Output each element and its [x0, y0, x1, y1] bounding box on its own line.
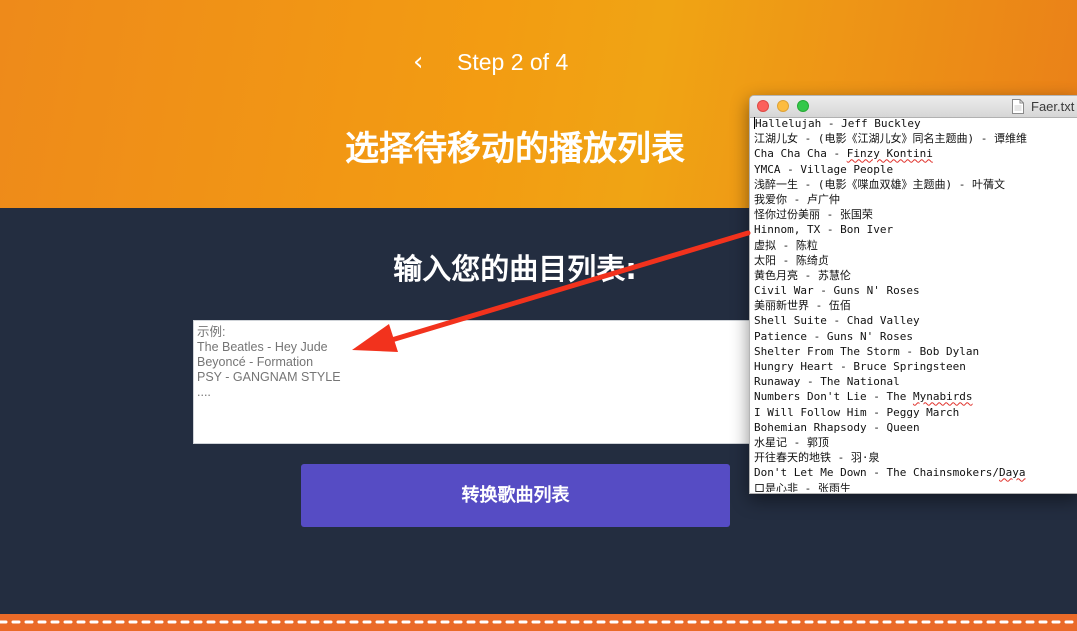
track-list-textarea[interactable]	[194, 321, 752, 443]
text-line: I Will Follow Him - Peggy March	[754, 405, 960, 419]
text-line: Runaway - The National	[754, 375, 900, 389]
document-icon	[1012, 99, 1024, 114]
text-line: Patience - Guns N' Roses	[754, 329, 913, 343]
text-line: Hallelujah - Jeff Buckley	[754, 117, 921, 130]
text-line: 口是心非 - 张雨生	[754, 481, 851, 493]
chevron-left-icon[interactable]: ‹	[413, 47, 433, 77]
minimize-window-button[interactable]	[777, 100, 789, 112]
text-line: 江湖儿女 - (电影《江湖儿女》同名主题曲) - 谭维维	[754, 132, 1027, 146]
text-line: 怪你过份美丽 - 张国荣	[754, 208, 873, 222]
window-titlebar[interactable]: Faer.txt	[750, 96, 1077, 118]
text-line: 虚拟 - 陈粒	[754, 238, 818, 252]
close-window-button[interactable]	[757, 100, 769, 112]
text-line: 太阳 - 陈绮贞	[754, 253, 829, 267]
convert-tracklist-button[interactable]: 转换歌曲列表	[301, 464, 730, 527]
text-line: Numbers Don't Lie - The Mynabirds	[754, 390, 973, 404]
text-line: Hungry Heart - Bruce Springsteen	[754, 360, 966, 373]
text-line: 美丽新世界 - 伍佰	[754, 299, 851, 313]
text-line: 水星记 - 郭顶	[754, 435, 829, 449]
text-line: Bohemian Rhapsody - Queen	[754, 420, 920, 434]
zoom-window-button[interactable]	[797, 100, 809, 112]
text-line: 开往春天的地铁 - 羽·泉	[754, 451, 880, 465]
text-line: 黄色月亮 - 苏慧伦	[754, 268, 851, 282]
text-line: 我爱你 - 卢广仲	[754, 192, 840, 206]
text-line: Shell Suite - Chad Valley	[754, 314, 920, 328]
footer-strip	[0, 614, 1077, 631]
text-line: Civil War - Guns N' Roses	[754, 284, 920, 298]
text-line: Cha Cha Cha - Finzy Kontini	[754, 147, 933, 161]
text-line: Don't Let Me Down - The Chainsmokers/Day…	[754, 466, 1026, 480]
footer-dotted-line	[0, 620, 1077, 624]
text-editor-window[interactable]: Faer.txt Hallelujah - Jeff Buckley 江湖儿女 -…	[749, 95, 1077, 494]
step-indicator: Step 2 of 4	[457, 49, 569, 75]
text-content-area[interactable]: Hallelujah - Jeff Buckley 江湖儿女 - (电影《江湖儿女…	[754, 116, 1074, 492]
text-line: YMCA - Village People	[754, 162, 894, 176]
text-line: 浅醉一生 - (电影《喋血双雄》主题曲) - 叶蒨文	[754, 177, 1005, 191]
window-title: Faer.txt	[1031, 99, 1075, 114]
text-line: Hinnom, TX - Bon Iver	[754, 223, 894, 237]
track-list-input-box[interactable]	[193, 320, 753, 444]
text-line: Shelter From The Storm - Bob Dylan	[754, 344, 980, 358]
